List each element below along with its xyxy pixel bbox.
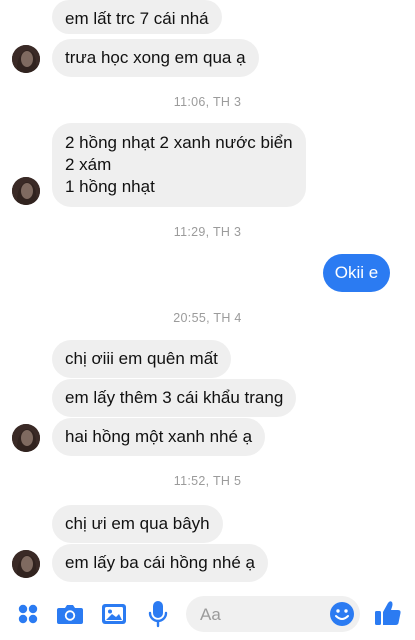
message-input-placeholder: Aa (200, 605, 221, 624)
chat-thread: em lất trc 7 cái nhá trưa học xong em qu… (0, 0, 415, 588)
contact-avatar[interactable] (12, 424, 40, 452)
timestamp: 11:06, TH 3 (173, 95, 242, 109)
message-bubble-incoming[interactable]: chị ưi em qua bâyh (52, 505, 223, 543)
contact-avatar[interactable] (12, 177, 40, 205)
avatar-image (12, 177, 40, 205)
contact-avatar[interactable] (12, 45, 40, 73)
message-bubble-incoming[interactable]: em lấy ba cái hồng nhé ạ (52, 544, 268, 582)
timestamp: 20:55, TH 4 (173, 311, 242, 325)
message-bubble-incoming[interactable]: em lấy thêm 3 cái khẩu trang (52, 379, 297, 417)
menu-dots-icon[interactable] (14, 600, 42, 628)
thumbs-up-icon[interactable] (373, 598, 403, 628)
emoji-icon[interactable] (329, 601, 355, 627)
message-bubble-incoming[interactable]: 2 hồng nhạt 2 xanh nước biển 2 xám 1 hồn… (52, 123, 306, 207)
message-bubble-incoming[interactable]: em lất trc 7 cái nhá (52, 0, 222, 34)
message-bubble-incoming[interactable]: chị ơiii em quên mất (52, 340, 231, 378)
contact-avatar[interactable] (12, 550, 40, 578)
camera-icon[interactable] (56, 600, 84, 628)
microphone-icon[interactable] (144, 600, 172, 628)
message-bubble-incoming[interactable]: trưa học xong em qua ạ (52, 39, 259, 77)
avatar-image (12, 45, 40, 73)
photo-icon[interactable] (100, 600, 128, 628)
message-bubble-outgoing[interactable]: Okii e (323, 254, 390, 292)
avatar-image (12, 550, 40, 578)
avatar-image (12, 424, 40, 452)
message-bubble-incoming[interactable]: hai hồng một xanh nhé ạ (52, 418, 266, 456)
timestamp: 11:52, TH 5 (173, 474, 242, 488)
timestamp: 11:29, TH 3 (173, 225, 242, 239)
